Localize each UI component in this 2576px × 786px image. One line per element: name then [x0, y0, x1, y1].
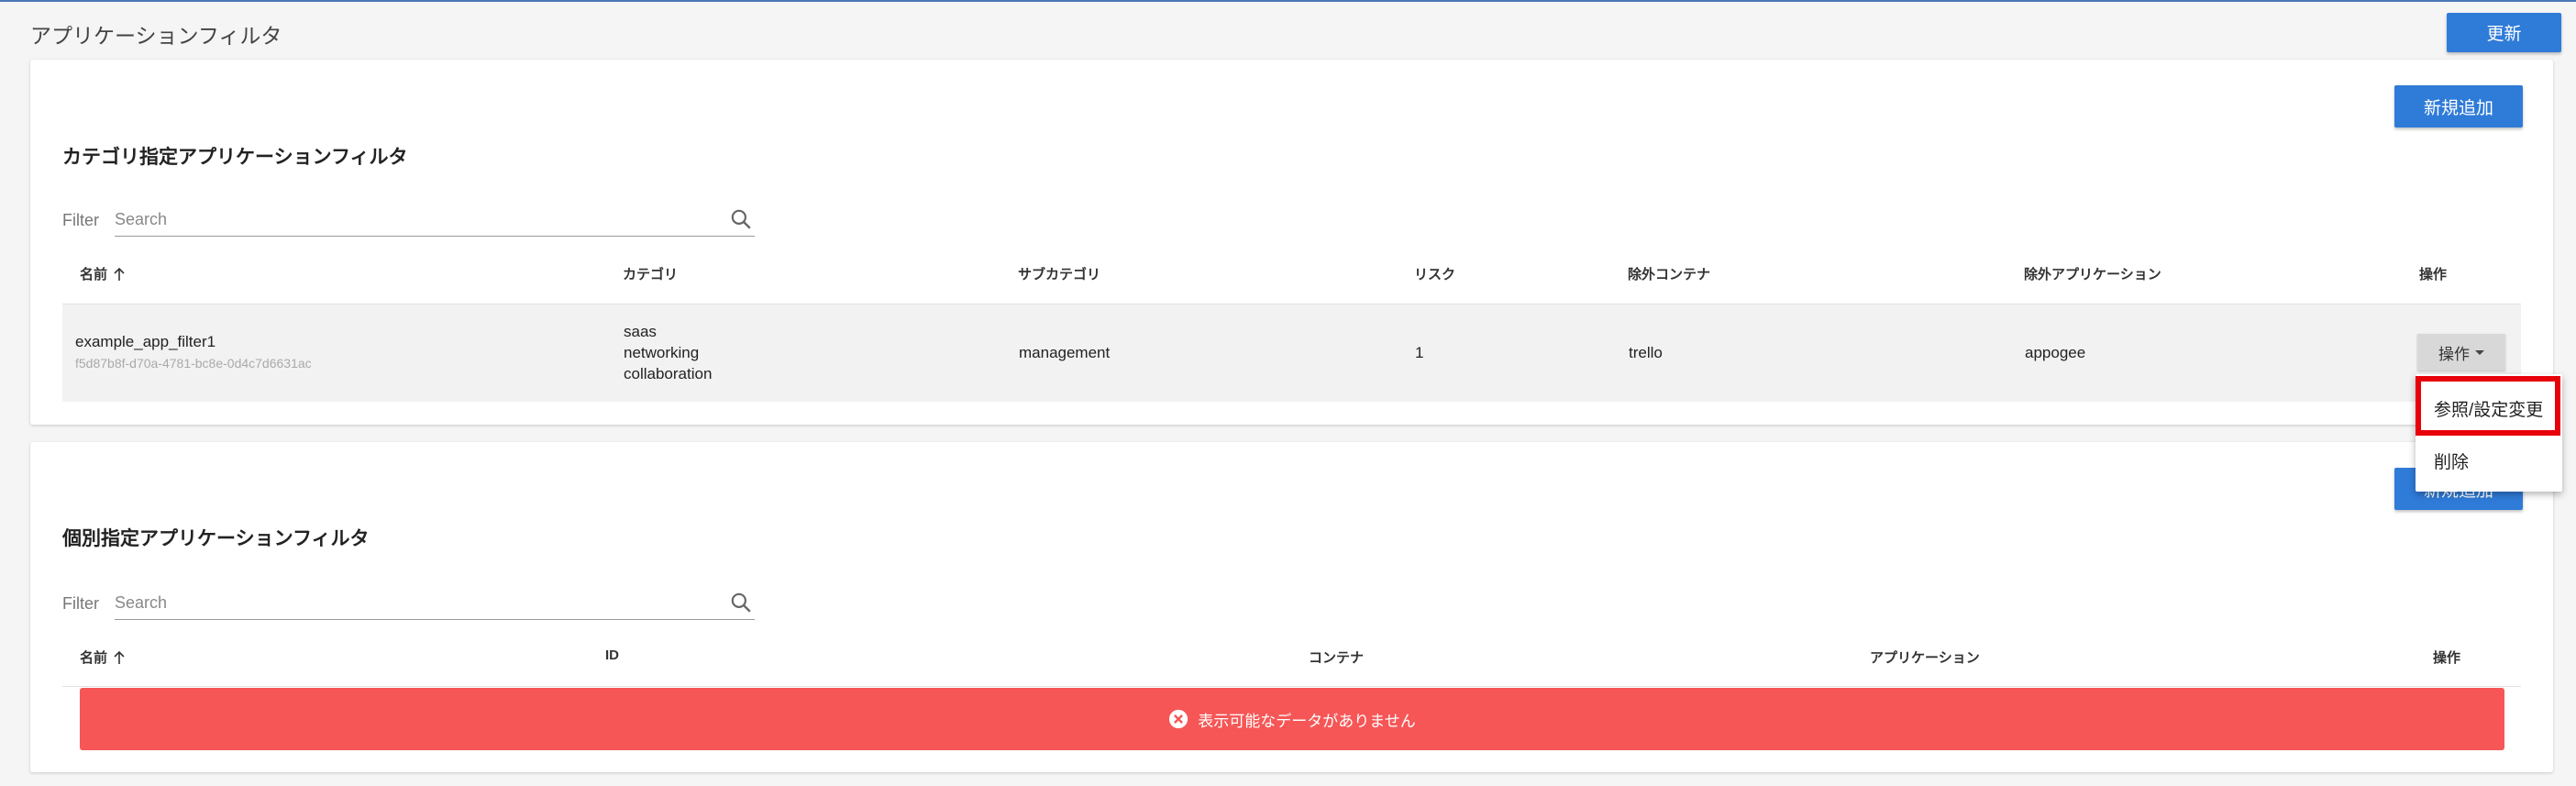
individual-filter-row: Filter [62, 587, 755, 620]
table-row[interactable] [62, 304, 2521, 402]
filter-label: Filter [62, 211, 99, 229]
empty-data-banner: 表示可能なデータがありません [80, 688, 2504, 750]
search-icon[interactable] [729, 591, 753, 614]
caret-down-icon [2475, 349, 2484, 355]
highlight-annotation-box [2416, 376, 2560, 436]
menu-item-delete[interactable]: 削除 [2434, 448, 2469, 473]
individual-section-title: 個別指定アプリケーションフィルタ [62, 528, 370, 549]
row-category-1: saas [624, 323, 657, 340]
filter-label: Filter [62, 594, 99, 613]
row-category-2: networking [624, 344, 700, 361]
header-divider [62, 686, 2521, 687]
column-header-name[interactable]: 名前 [80, 264, 126, 283]
search-icon[interactable] [729, 207, 753, 231]
column-header-operations: 操作 [2433, 650, 2461, 666]
column-header-risk[interactable]: リスク [1414, 264, 1455, 283]
column-header-operations: 操作 [2419, 267, 2448, 282]
empty-data-message: 表示可能なデータがありません [1198, 712, 1416, 730]
sort-ascending-icon[interactable] [113, 650, 126, 665]
column-header-name-label: 名前 [80, 650, 108, 666]
row-subcategory: management [1019, 344, 1111, 361]
column-header-application[interactable]: アプリケーション [1870, 648, 1980, 667]
row-excluded-application: appogee [2025, 344, 2086, 361]
row-name: example_app_filter1 [75, 333, 216, 350]
individual-search-input[interactable] [115, 587, 755, 620]
refresh-button[interactable]: 更新 [2447, 13, 2561, 52]
individual-filter-card: 新規追加 個別指定アプリケーションフィルタ Filter 名前 ID コンテナ … [30, 442, 2553, 772]
row-id: f5d87b8f-d70a-4781-bc8e-0d4c7d6631ac [75, 356, 312, 371]
top-accent-line [0, 0, 2576, 2]
column-header-subcategory[interactable]: サブカテゴリ [1018, 264, 1100, 283]
operations-dropdown-button[interactable]: 操作 [2417, 334, 2505, 371]
column-header-excluded-container[interactable]: 除外コンテナ [1628, 264, 1710, 283]
column-header-name[interactable]: 名前 [80, 648, 126, 667]
row-excluded-container: trello [1629, 344, 1663, 361]
category-filter-row: Filter [62, 204, 755, 237]
column-header-container[interactable]: コンテナ [1309, 648, 1364, 667]
add-category-filter-button[interactable]: 新規追加 [2394, 85, 2523, 127]
column-header-name-label: 名前 [80, 267, 108, 282]
row-category-3: collaboration [624, 365, 713, 382]
column-header-excluded-application[interactable]: 除外アプリケーション [2024, 264, 2161, 283]
error-circle-icon [1169, 709, 1188, 729]
column-header-id[interactable]: ID [605, 648, 619, 663]
category-filter-card: 新規追加 カテゴリ指定アプリケーションフィルタ Filter 名前 カテゴリ サ… [30, 60, 2553, 425]
page-title: アプリケーションフィルタ [30, 24, 282, 48]
category-section-title: カテゴリ指定アプリケーションフィルタ [62, 147, 408, 168]
sort-ascending-icon[interactable] [113, 267, 126, 282]
operations-label: 操作 [2438, 345, 2470, 363]
category-search-input[interactable] [115, 204, 755, 237]
row-risk: 1 [1415, 344, 1424, 361]
column-header-category[interactable]: カテゴリ [623, 264, 678, 283]
